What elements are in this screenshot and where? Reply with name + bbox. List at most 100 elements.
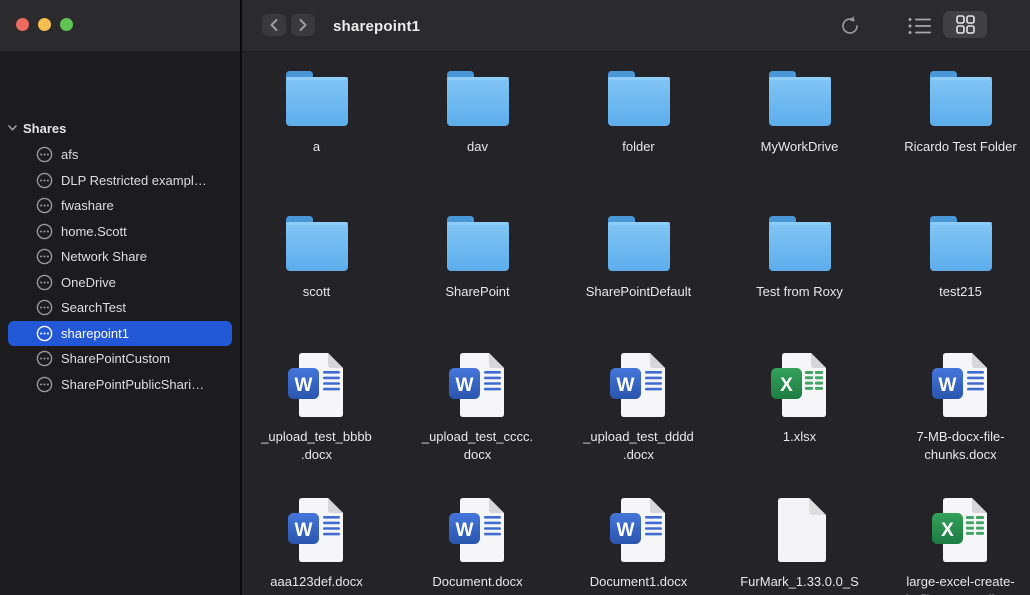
folder-icon [601, 216, 677, 274]
file-label: SharePointDefault [560, 283, 718, 301]
refresh-button[interactable] [837, 13, 863, 39]
sidebar-item-sharepoint1[interactable]: sharepoint1 [8, 321, 232, 347]
share-circle-icon [36, 325, 53, 342]
file-item-document-docx[interactable]: W Document.docx [397, 493, 558, 595]
folder-item-myworkdrive[interactable]: MyWorkDrive [719, 64, 880, 156]
sidebar-item-searchtest[interactable]: SearchTest [8, 295, 232, 321]
share-circle-icon [36, 223, 53, 240]
file-label: Document1.docx [560, 573, 718, 591]
sidebar-section-shares[interactable]: Shares [8, 118, 66, 138]
word-file-icon: W [287, 352, 347, 418]
share-circle-icon [36, 172, 53, 189]
sidebar-item-network-share[interactable]: Network Share [8, 244, 232, 270]
file-label: MyWorkDrive [721, 138, 879, 156]
file-label: scott [242, 283, 396, 301]
file-item-document1-docx[interactable]: W Document1.docx [558, 493, 719, 595]
file-item-large-excel-create-in-file-100000-lines[interactable]: X large-excel-create-in-file-100000-line… [880, 493, 1030, 595]
file-item-upload-test-dddd-docx[interactable]: W _upload_test_dddd.docx [558, 348, 719, 464]
svg-text:W: W [294, 375, 312, 396]
folder-icon-wrap [440, 216, 516, 274]
zoom-button[interactable] [60, 18, 73, 31]
sidebar-item-sharepointcustom[interactable]: SharePointCustom [8, 346, 232, 372]
folder-icon-wrap [601, 216, 677, 274]
list-view-button[interactable] [906, 15, 934, 37]
folder-item-ricardo-test-folder[interactable]: Ricardo Test Folder [880, 64, 1030, 156]
sidebar-item-afs[interactable]: afs [8, 142, 232, 168]
close-button[interactable] [16, 18, 29, 31]
folder-item-folder[interactable]: folder [558, 64, 719, 156]
share-circle-icon [36, 350, 53, 367]
sidebar-item-fwashare[interactable]: fwashare [8, 193, 232, 219]
svg-text:W: W [294, 520, 312, 541]
share-circle-icon [36, 146, 53, 163]
sidebar-item-label: SharePointPublicShari… [61, 377, 204, 392]
svg-text:W: W [938, 375, 956, 396]
folder-item-sharepoint[interactable]: SharePoint [397, 209, 558, 301]
list-view-icon [908, 17, 932, 35]
folder-icon [601, 71, 677, 129]
file-label: Test from Roxy [721, 283, 879, 301]
sidebar-item-sharepointpublicshari[interactable]: SharePointPublicShari… [8, 372, 232, 398]
word-file-icon: W [448, 352, 508, 418]
sidebar-section-label: Shares [23, 121, 66, 136]
file-item-aaa123def-docx[interactable]: W aaa123def.docx [242, 493, 397, 595]
share-circle-icon [36, 274, 53, 291]
file-label: Document.docx [399, 573, 557, 591]
generic-file-icon [770, 497, 830, 563]
word-icon-wrap: W [287, 352, 347, 418]
folder-icon [923, 216, 999, 274]
folder-item-a[interactable]: a [242, 64, 397, 156]
svg-text:X: X [941, 520, 954, 541]
word-icon-wrap: W [609, 352, 669, 418]
file-label-line: Document1.docx [560, 573, 718, 591]
folder-icon [279, 71, 355, 129]
svg-text:W: W [616, 520, 634, 541]
folder-item-scott[interactable]: scott [242, 209, 397, 301]
file-item-upload-test-cccc-docx[interactable]: W _upload_test_cccc.docx [397, 348, 558, 464]
minimize-button[interactable] [38, 18, 51, 31]
file-label: aaa123def.docx [242, 573, 396, 591]
sidebar-item-home-scott[interactable]: home.Scott [8, 219, 232, 245]
file-item-1-xlsx[interactable]: X 1.xlsx [719, 348, 880, 464]
sidebar-item-dlp-restricted-exampl[interactable]: DLP Restricted exampl… [8, 168, 232, 194]
forward-button[interactable] [291, 14, 315, 36]
sidebar-item-label: sharepoint1 [61, 326, 129, 341]
file-label-line: Test from Roxy [721, 283, 879, 301]
excel-file-icon: X [770, 352, 830, 418]
file-item-furmark-1-33-0-0-s[interactable]: FurMark_1.33.0.0_S [719, 493, 880, 595]
file-label-line: Ricardo Test Folder [882, 138, 1030, 156]
file-grid-row: W _upload_test_bbbb.docx W _upload_test_… [242, 348, 1030, 464]
file-label: SharePoint [399, 283, 557, 301]
file-label-line: dav [399, 138, 557, 156]
back-button[interactable] [262, 14, 286, 36]
folder-icon [762, 71, 838, 129]
file-label-line: .docx [560, 446, 718, 464]
file-label: dav [399, 138, 557, 156]
file-label: large-excel-create-in-file-100000-lines [882, 573, 1030, 595]
folder-icon-wrap [440, 71, 516, 129]
excel-icon-wrap: X [931, 497, 991, 563]
file-label-line: _upload_test_bbbb [242, 428, 396, 446]
folder-icon-wrap [923, 216, 999, 274]
word-file-icon: W [609, 497, 669, 563]
folder-item-dav[interactable]: dav [397, 64, 558, 156]
sidebar-item-onedrive[interactable]: OneDrive [8, 270, 232, 296]
folder-item-test215[interactable]: test215 [880, 209, 1030, 301]
file-label-line: test215 [882, 283, 1030, 301]
grid-view-icon [956, 15, 975, 34]
file-label-line: 7-MB-docx-file- [882, 428, 1030, 446]
file-label: a [242, 138, 396, 156]
word-icon-wrap: W [609, 497, 669, 563]
folder-item-test-from-roxy[interactable]: Test from Roxy [719, 209, 880, 301]
svg-text:W: W [455, 375, 473, 396]
grid-view-button[interactable] [943, 11, 987, 38]
file-label-line: chunks.docx [882, 446, 1030, 464]
share-circle-icon [36, 376, 53, 393]
share-circle-icon [36, 248, 53, 265]
file-label: 7-MB-docx-file-chunks.docx [882, 428, 1030, 464]
file-item-7-mb-docx-file-chunks-docx[interactable]: W 7-MB-docx-file-chunks.docx [880, 348, 1030, 464]
share-circle-icon [36, 197, 53, 214]
folder-item-sharepointdefault[interactable]: SharePointDefault [558, 209, 719, 301]
file-item-upload-test-bbbb-docx[interactable]: W _upload_test_bbbb.docx [242, 348, 397, 464]
word-icon-wrap: W [287, 497, 347, 563]
